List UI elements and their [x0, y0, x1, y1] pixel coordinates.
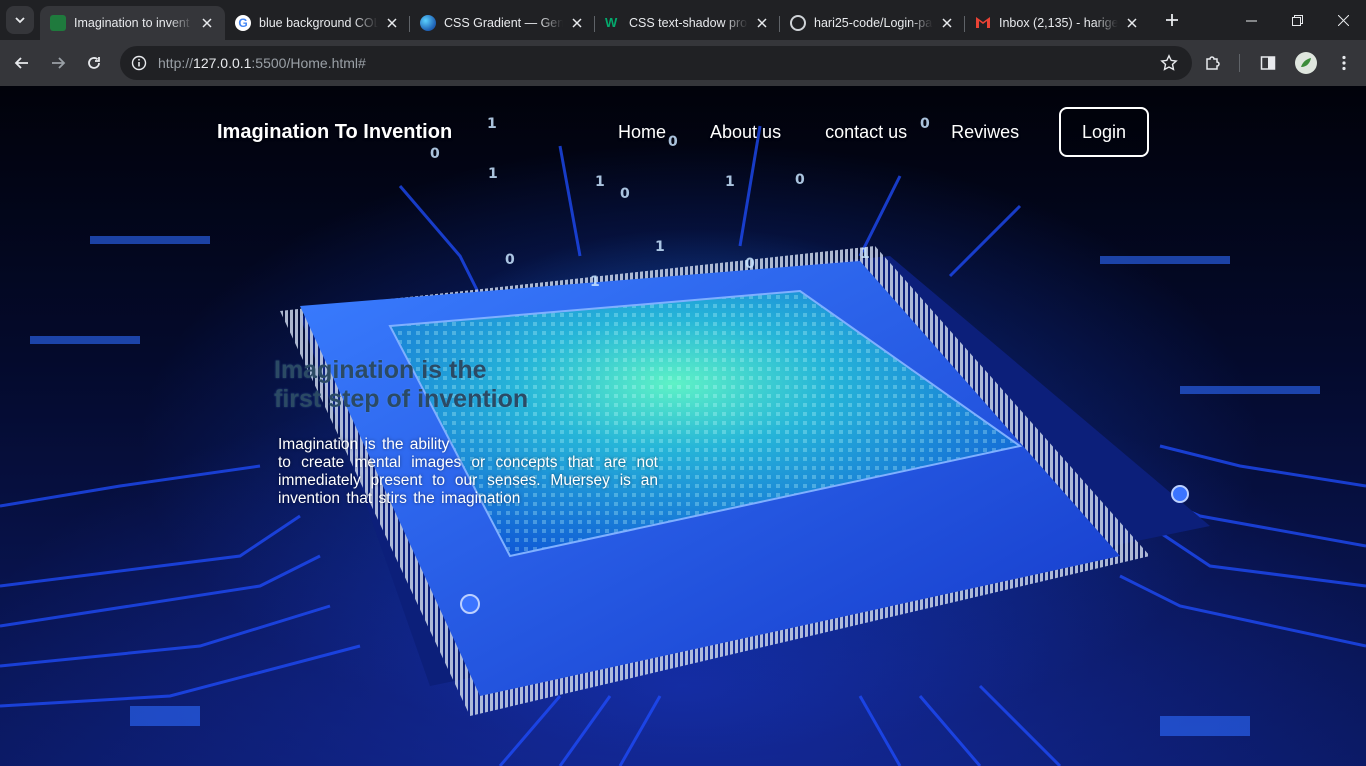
profile-button[interactable]	[1288, 45, 1324, 81]
minimize-icon	[1245, 20, 1257, 21]
tab-title: Imagination to invent	[74, 16, 190, 30]
site-navbar: Imagination To Invention Home About us c…	[0, 86, 1366, 176]
toolbar-actions	[1193, 40, 1366, 86]
close-icon[interactable]	[384, 15, 400, 31]
reload-button[interactable]	[76, 45, 112, 81]
site-brand[interactable]: Imagination To Invention	[217, 121, 452, 144]
menu-button[interactable]	[1326, 45, 1362, 81]
tab-css-gradient[interactable]: CSS Gradient — Generator	[410, 6, 595, 40]
svg-text:1: 1	[595, 174, 605, 190]
back-arrow-icon	[14, 57, 28, 69]
login-button[interactable]: Login	[1059, 107, 1149, 157]
tab-strip: Imagination to invent G blue background …	[0, 0, 1366, 40]
tab-search-button[interactable]	[6, 6, 34, 34]
tab-title: Inbox (2,135) - harige	[999, 16, 1118, 30]
close-icon[interactable]	[754, 15, 770, 31]
hero-title-line: Imagination is the	[274, 356, 487, 384]
site-info-icon[interactable]	[122, 55, 156, 71]
close-icon[interactable]	[199, 15, 215, 31]
svg-text:1: 1	[860, 246, 870, 262]
tab-github[interactable]: hari25-code/Login-page	[780, 6, 965, 40]
side-panel-button[interactable]	[1250, 45, 1286, 81]
toolbar-divider	[1239, 54, 1240, 72]
bookmark-star-icon[interactable]	[1160, 54, 1178, 75]
hero-text-line: invention that stirs the imagination	[278, 490, 521, 507]
nav-reviews-link[interactable]: Reviwes	[951, 122, 1019, 143]
svg-text:0: 0	[505, 252, 515, 268]
browser-toolbar: http://127.0.0.1:5500/Home.html#	[0, 40, 1366, 86]
tab-gmail[interactable]: Inbox (2,135) - harige	[965, 6, 1150, 40]
close-icon[interactable]	[569, 15, 585, 31]
w3schools-icon: W	[605, 15, 618, 30]
close-icon[interactable]	[939, 15, 955, 31]
hero-description: Imagination is the ability to create men…	[278, 436, 658, 508]
tab-title: hari25-code/Login-page	[814, 16, 933, 30]
tab-title: blue background COLOR	[259, 16, 378, 30]
svg-text:1: 1	[590, 274, 600, 290]
minimize-button[interactable]	[1228, 0, 1274, 40]
google-icon: G	[235, 15, 251, 31]
leaf-icon	[1301, 58, 1311, 67]
url-host: 127.0.0.1	[193, 55, 252, 71]
restore-button[interactable]	[1274, 0, 1320, 40]
back-button[interactable]	[4, 45, 40, 81]
hero-section: Imagination is the first step of inventi…	[274, 356, 664, 508]
url-scheme: http://	[158, 55, 194, 71]
close-icon	[1337, 14, 1349, 26]
nav-about-link[interactable]: About us	[710, 122, 781, 143]
restore-icon	[1291, 14, 1303, 26]
forward-arrow-icon	[52, 57, 66, 69]
hero-text-line: immediately present to our senses. Muers…	[278, 472, 658, 489]
nav-links: Home About us contact us Reviwes	[618, 122, 1063, 143]
tab-text-shadow[interactable]: W CSS text-shadow property	[595, 6, 780, 40]
code-editor-icon	[50, 15, 66, 31]
nav-contact-link[interactable]: contact us	[825, 122, 907, 143]
hero-title-line: first step of invention	[274, 385, 529, 413]
extensions-button[interactable]	[1195, 45, 1231, 81]
puzzle-icon	[1206, 56, 1220, 70]
close-window-button[interactable]	[1320, 0, 1366, 40]
address-bar[interactable]: http://127.0.0.1:5500/Home.html#	[120, 46, 1192, 80]
tab-blue-background[interactable]: G blue background COLOR	[225, 6, 410, 40]
circuit-board-background: 101 101 010 010 01	[0, 116, 1366, 766]
side-panel-icon	[1260, 56, 1276, 70]
github-icon	[790, 15, 806, 31]
svg-text:1: 1	[725, 174, 735, 190]
plus-icon	[1166, 14, 1178, 26]
new-tab-button[interactable]	[1158, 6, 1186, 34]
kebab-menu-icon	[1342, 55, 1346, 71]
chevron-down-icon	[15, 17, 25, 24]
globe-gradient-icon	[420, 15, 436, 31]
svg-text:0: 0	[745, 256, 755, 272]
window-controls	[1228, 0, 1366, 40]
url-text: http://127.0.0.1:5500/Home.html#	[158, 55, 366, 71]
nav-home-link[interactable]: Home	[618, 122, 666, 143]
gmail-icon	[975, 15, 991, 31]
svg-text:1: 1	[655, 239, 665, 255]
forward-button[interactable]	[40, 45, 76, 81]
svg-text:0: 0	[620, 186, 630, 202]
hero-title: Imagination is the first step of inventi…	[274, 356, 544, 414]
url-path: :5500/Home.html#	[251, 55, 366, 71]
reload-icon	[88, 57, 100, 69]
tab-imagination[interactable]: Imagination to invent	[40, 6, 225, 40]
hero-text-line: Imagination is the ability	[278, 436, 450, 453]
close-icon[interactable]	[1124, 15, 1140, 31]
tab-title: CSS Gradient — Generator	[444, 16, 563, 30]
hero-text-line: to create mental images or concepts that…	[278, 454, 658, 471]
tab-title: CSS text-shadow property	[629, 16, 748, 30]
page-viewport: 101 101 010 010 01 Imagination To Invent…	[0, 86, 1366, 766]
avatar	[1295, 52, 1317, 74]
